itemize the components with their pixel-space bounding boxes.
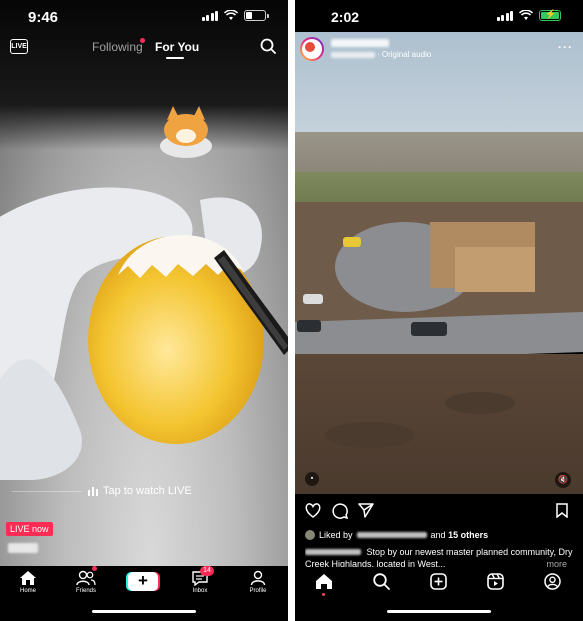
tap-to-watch-live[interactable]: Tap to watch LIVE — [88, 485, 192, 497]
car — [343, 237, 361, 247]
likes-line[interactable]: Liked by and 15 others — [305, 530, 488, 540]
share-icon[interactable] — [358, 503, 374, 518]
nav-profile[interactable]: Profile — [236, 570, 280, 594]
reel-video[interactable] — [295, 32, 583, 494]
nav-home[interactable]: Home — [6, 570, 50, 594]
signal-icon — [496, 10, 513, 21]
wifi-icon — [519, 10, 533, 20]
tab-for-you[interactable]: For You — [155, 40, 199, 54]
nav-friends[interactable]: Friends — [64, 570, 108, 594]
notification-dot — [322, 593, 325, 596]
status-bar: 2:02 ⚡ — [295, 0, 583, 32]
cat-figurine — [160, 106, 212, 158]
liked-by-others[interactable]: 15 others — [448, 530, 488, 540]
avatar[interactable] — [300, 37, 324, 61]
nav-profile-label: Profile — [249, 588, 267, 594]
blurred-username[interactable] — [8, 543, 38, 553]
search-icon[interactable] — [260, 38, 276, 54]
status-time: 2:02 — [331, 9, 360, 25]
friends-notification-dot — [92, 566, 97, 571]
nav-home-label: Home — [19, 588, 36, 594]
live-icon[interactable]: LIVE — [10, 39, 28, 54]
blurred-liker-name[interactable] — [356, 532, 427, 538]
inbox-badge: 14 — [200, 566, 214, 576]
mute-icon[interactable]: 🔇 — [555, 472, 571, 488]
knife-tool — [214, 250, 288, 355]
nav-inbox-label: Inbox — [192, 588, 208, 594]
home-icon — [20, 571, 36, 585]
home-indicator[interactable] — [92, 610, 196, 613]
live-now-badge[interactable]: LIVE now — [6, 522, 53, 536]
reel-header: · Original audio ··· — [295, 34, 583, 64]
tag-icon[interactable]: ▪ — [305, 472, 319, 486]
friends-icon — [76, 570, 96, 586]
profile-icon[interactable] — [544, 573, 561, 590]
wifi-icon — [224, 10, 238, 20]
more-options-icon[interactable]: ··· — [558, 40, 573, 54]
car — [297, 320, 321, 332]
tap-to-watch-label: Tap to watch LIVE — [103, 485, 192, 497]
status-bar: 9:46 — [0, 0, 288, 32]
following-notification-dot — [140, 38, 145, 43]
home-indicator[interactable] — [387, 610, 491, 613]
home-icon[interactable] — [315, 573, 333, 590]
signal-icon — [201, 10, 218, 21]
battery-icon — [244, 10, 269, 21]
battery-charging-icon: ⚡ — [539, 9, 561, 21]
create-post-icon[interactable] — [430, 573, 447, 590]
liked-by-prefix: Liked by — [319, 530, 353, 540]
active-tab-indicator — [166, 57, 184, 59]
liker-avatar — [305, 530, 315, 540]
car — [411, 322, 447, 336]
blurred-subtitle — [331, 52, 375, 58]
instagram-screen: 2:02 ⚡ · Original audio ··· ▪ 🔇 Liked by… — [295, 0, 583, 621]
car — [303, 294, 323, 304]
liked-by-and: and — [430, 530, 446, 540]
blurred-username[interactable] — [331, 39, 389, 47]
blurred-caption-username[interactable] — [305, 549, 361, 555]
original-audio-label[interactable]: · Original audio — [377, 50, 431, 59]
live-bars-icon — [88, 486, 98, 496]
create-button[interactable]: + — [128, 572, 158, 591]
tiktok-screen: 9:46 LIVE Following For You Tap to watch… — [0, 0, 288, 621]
tab-following[interactable]: Following — [92, 40, 143, 54]
profile-icon — [250, 570, 266, 586]
action-bar — [295, 500, 583, 524]
bookmark-icon[interactable] — [556, 503, 568, 518]
heart-icon[interactable] — [305, 503, 321, 518]
reels-icon[interactable] — [487, 573, 504, 590]
comment-icon[interactable] — [332, 503, 348, 519]
status-time: 9:46 — [28, 9, 59, 26]
nav-friends-label: Friends — [75, 588, 96, 594]
search-icon[interactable] — [373, 573, 390, 590]
